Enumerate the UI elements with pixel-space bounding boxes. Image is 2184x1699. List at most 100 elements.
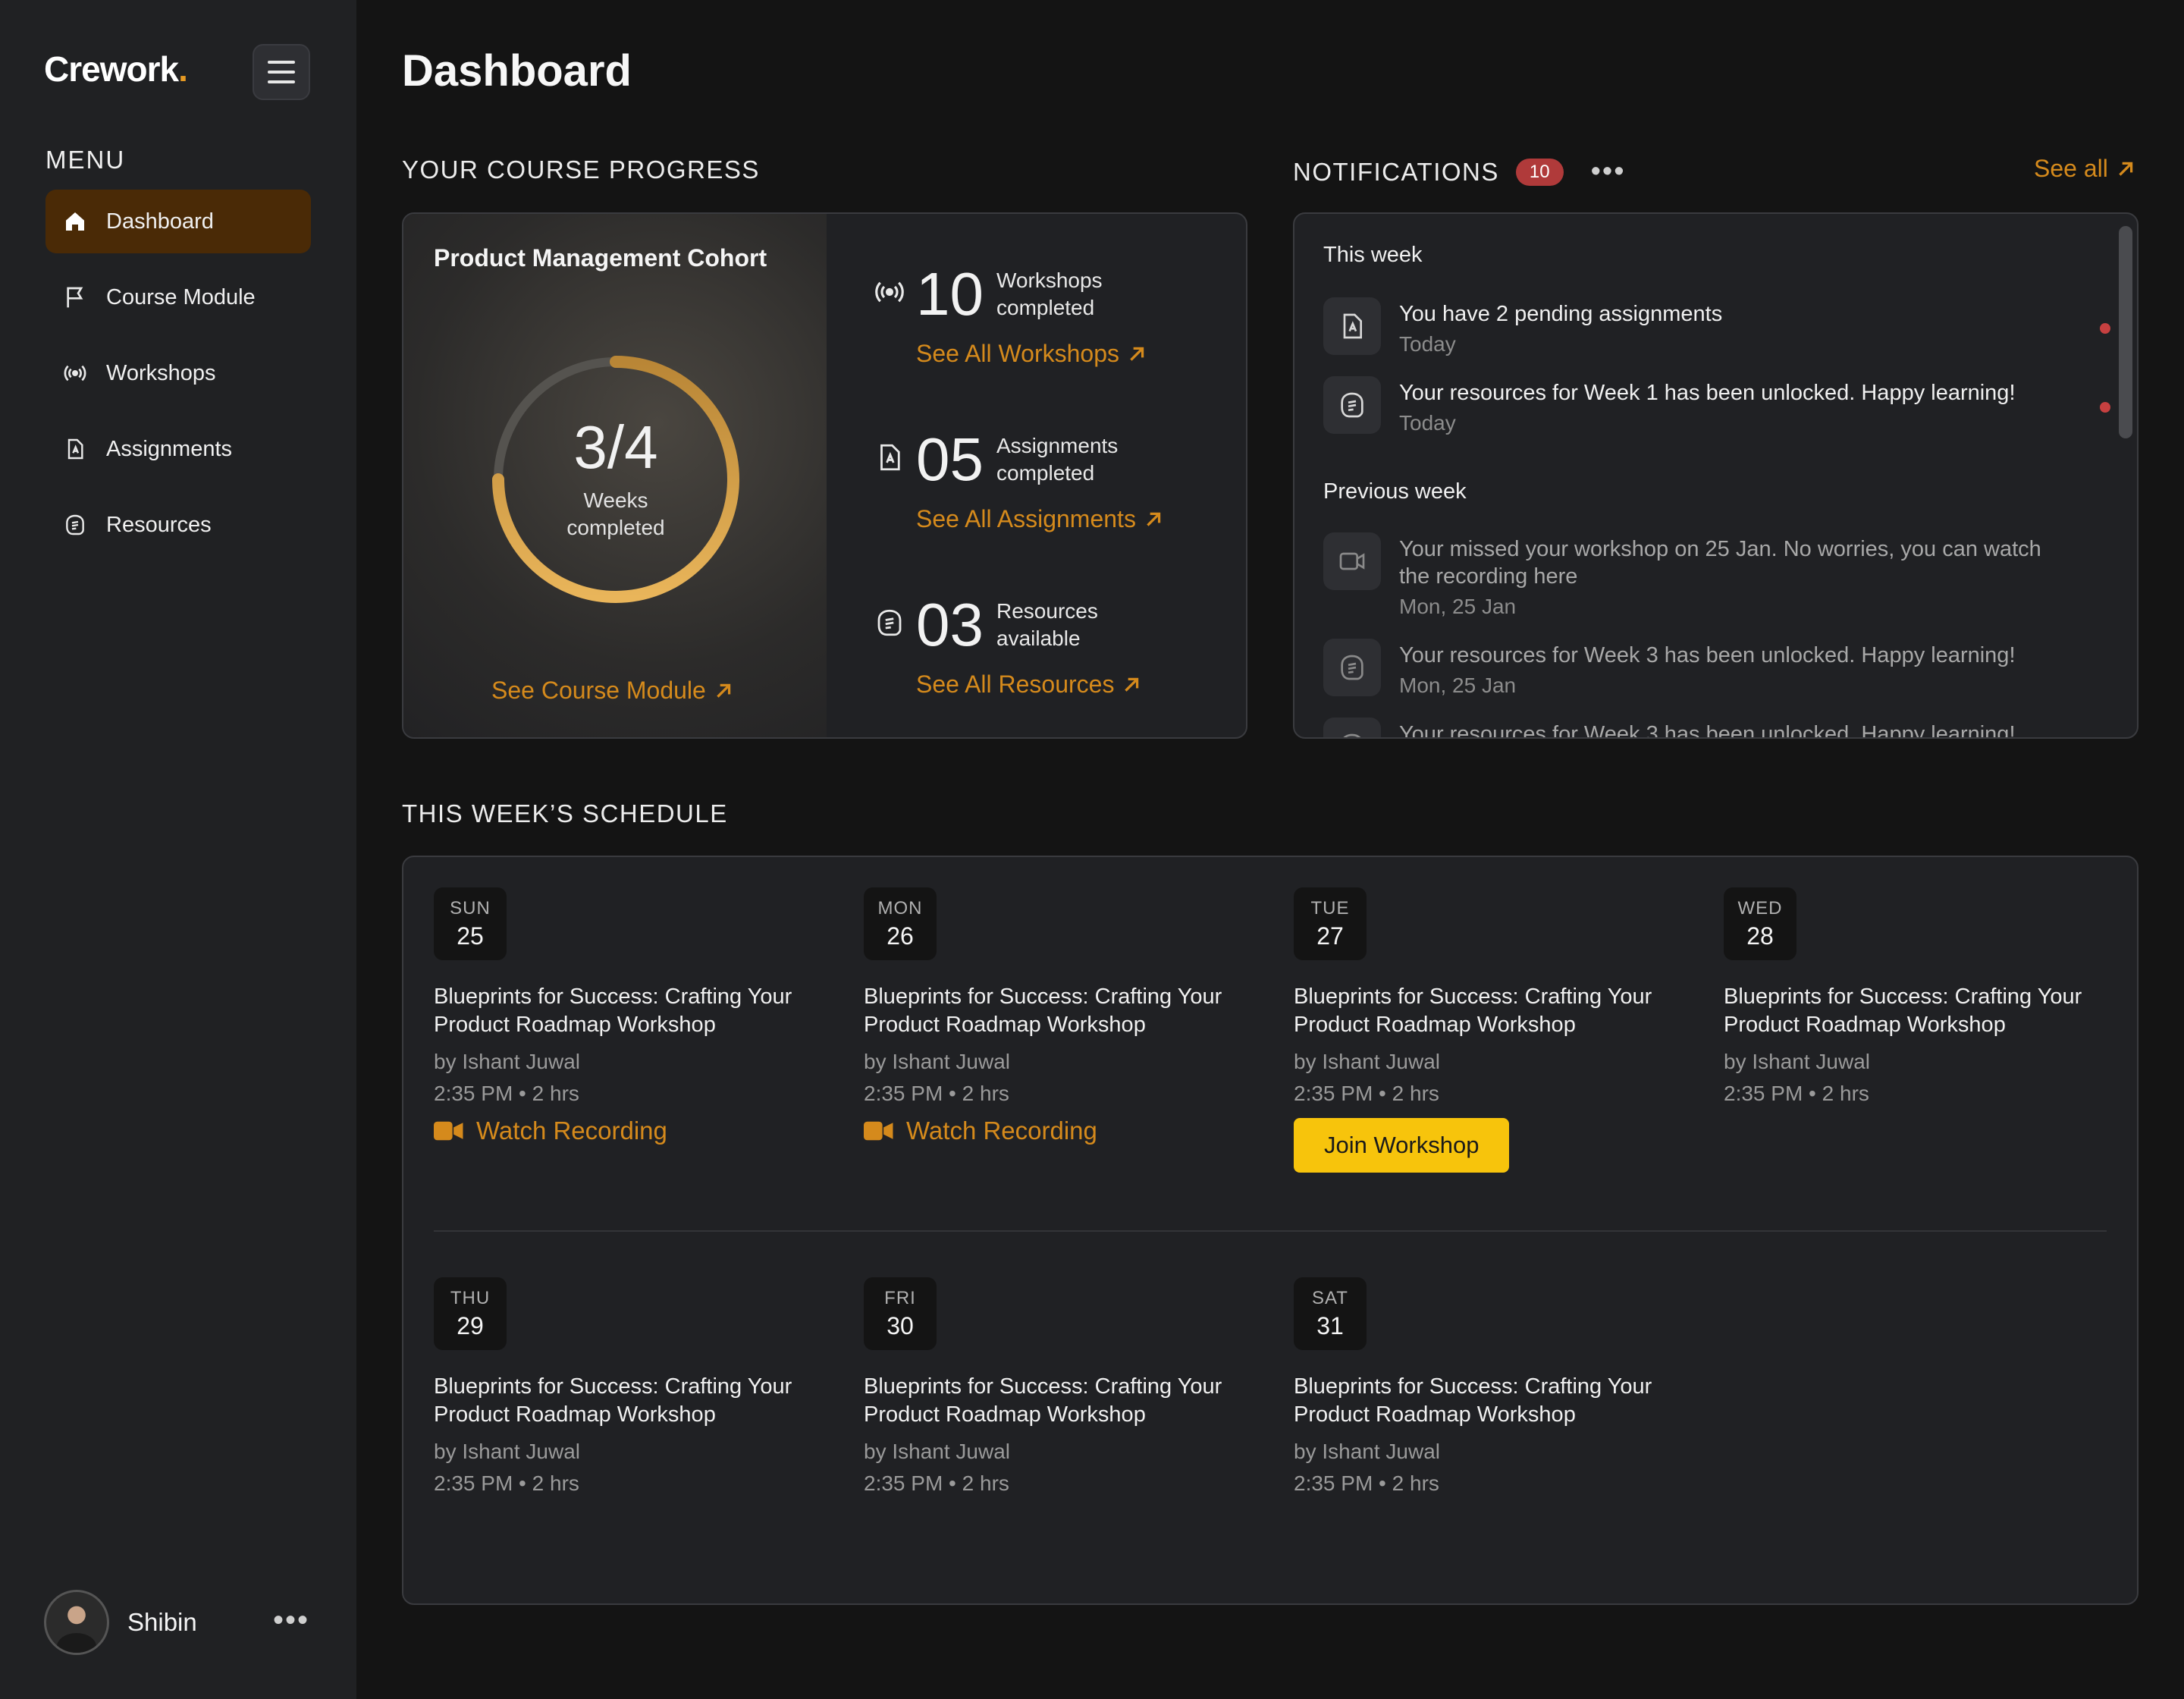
arrow-up-right-icon	[1130, 347, 1144, 361]
schedule-day: THU 29 Blueprints for Success: Crafting …	[434, 1277, 828, 1496]
video-icon	[864, 1121, 893, 1140]
this-week-label: This week	[1323, 243, 1423, 267]
event-title[interactable]: Blueprints for Success: Crafting Your Pr…	[864, 1373, 1243, 1429]
day-date: 28	[1746, 922, 1774, 950]
see-all-label: See all	[2034, 155, 2108, 182]
notifications-card[interactable]: This week You have 2 pending assignments…	[1293, 212, 2138, 739]
day-name: SAT	[1312, 1287, 1348, 1308]
event-title[interactable]: Blueprints for Success: Crafting Your Pr…	[1294, 1373, 1673, 1429]
day-date: 31	[1316, 1311, 1344, 1339]
event-title[interactable]: Blueprints for Success: Crafting Your Pr…	[434, 983, 813, 1039]
day-date: 26	[886, 922, 914, 950]
notification-time: Mon, 25 Jan	[1399, 595, 1517, 618]
notification-text: Your resources for Week 1 has been unloc…	[1399, 381, 2016, 405]
join-workshop-button[interactable]: Join Workshop	[1294, 1117, 1510, 1173]
sidebar: Crework. MENU Dashboard Course Module Wo…	[0, 0, 356, 1699]
see-all-notifications-link[interactable]: See all	[2034, 155, 2135, 183]
sidebar-item-label: Workshops	[106, 360, 216, 385]
resources-icon	[1323, 718, 1381, 737]
assignment-icon	[874, 441, 907, 475]
event-host: by Ishant Juwal	[434, 1049, 580, 1073]
broadcast-icon	[62, 360, 88, 386]
see-course-module-link[interactable]: See Course Module	[491, 677, 733, 705]
schedule-day: WED 28 Blueprints for Success: Crafting …	[1724, 887, 2118, 1106]
day-date: 27	[1316, 922, 1344, 950]
notification-text: You have 2 pending assignments	[1399, 302, 1723, 326]
page-title: Dashboard	[402, 46, 632, 96]
event-time: 2:35 PM • 2 hrs	[434, 1081, 579, 1105]
resources-icon	[62, 512, 88, 538]
event-title[interactable]: Blueprints for Success: Crafting Your Pr…	[1724, 983, 2103, 1039]
watch-recording-button[interactable]: Watch Recording	[434, 1116, 828, 1145]
day-badge: FRI 30	[864, 1277, 937, 1350]
see-all-workshops-link[interactable]: See All Workshops	[916, 340, 1147, 368]
notification-count-badge: 10	[1515, 158, 1564, 186]
schedule-day: SUN 25 Blueprints for Success: Crafting …	[434, 887, 828, 1145]
schedule-day: SAT 31 Blueprints for Success: Crafting …	[1294, 1277, 1688, 1496]
menu-toggle-button[interactable]	[253, 44, 310, 100]
event-time: 2:35 PM • 2 hrs	[864, 1081, 1009, 1105]
event-title[interactable]: Blueprints for Success: Crafting Your Pr…	[864, 983, 1243, 1039]
flag-icon	[62, 284, 88, 310]
event-host: by Ishant Juwal	[1294, 1049, 1440, 1073]
day-badge: MON 26	[864, 887, 937, 960]
day-name: TUE	[1310, 897, 1350, 919]
sidebar-item-assignments[interactable]: Assignments	[46, 417, 311, 481]
video-icon	[434, 1121, 463, 1140]
day-date: 25	[457, 922, 484, 950]
stat-label: Resources available	[996, 599, 1098, 651]
see-all-assignments-link[interactable]: See All Assignments	[916, 505, 1163, 533]
see-all-assignments-label: See All Assignments	[916, 505, 1136, 532]
workshops-stat: 10 Workshops completed See All Workshops	[874, 264, 1222, 400]
event-title[interactable]: Blueprints for Success: Crafting Your Pr…	[434, 1373, 813, 1429]
schedule-title: THIS WEEK’S SCHEDULE	[402, 799, 728, 828]
sidebar-item-resources[interactable]: Resources	[46, 493, 311, 557]
logo[interactable]: Crework.	[44, 49, 188, 90]
user-profile[interactable]: Shibin •••	[44, 1588, 309, 1657]
day-name: MON	[877, 897, 923, 919]
resources-stat: 03 Resources available See All Resources	[874, 595, 1222, 731]
watch-recording-label: Watch Recording	[476, 1116, 667, 1145]
see-all-resources-link[interactable]: See All Resources	[916, 670, 1141, 699]
stat-number: 05	[916, 426, 984, 493]
video-icon	[1323, 532, 1381, 590]
stat-label: Workshops completed	[996, 269, 1103, 320]
day-name: WED	[1737, 897, 1783, 919]
event-time: 2:35 PM • 2 hrs	[434, 1471, 579, 1495]
watch-recording-button[interactable]: Watch Recording	[864, 1116, 1258, 1145]
course-progress-title: YOUR COURSE PROGRESS	[402, 155, 760, 184]
day-name: THU	[450, 1287, 491, 1308]
notifications-title: NOTIFICATIONS	[1293, 157, 1499, 186]
avatar[interactable]	[44, 1590, 109, 1655]
sidebar-item-course-module[interactable]: Course Module	[46, 265, 311, 329]
notification-time: Mon, 25 Jan	[1399, 674, 1517, 697]
stat-label: Assignments completed	[996, 434, 1119, 485]
day-date: 29	[457, 1311, 484, 1339]
event-host: by Ishant Juwal	[864, 1439, 1010, 1463]
event-host: by Ishant Juwal	[434, 1439, 580, 1463]
arrow-up-right-icon	[717, 683, 731, 698]
day-date: 30	[886, 1311, 914, 1339]
unread-dot	[2100, 402, 2110, 413]
notification-time: Today	[1399, 411, 1456, 435]
user-name: Shibin	[127, 1608, 197, 1636]
sidebar-item-dashboard[interactable]: Dashboard	[46, 190, 311, 253]
event-title[interactable]: Blueprints for Success: Crafting Your Pr…	[1294, 983, 1673, 1039]
home-icon	[62, 209, 88, 234]
sidebar-nav: Dashboard Course Module Workshops Assign…	[46, 190, 311, 569]
menu-label: MENU	[46, 146, 126, 174]
sidebar-item-label: Resources	[106, 512, 212, 537]
event-host: by Ishant Juwal	[1294, 1439, 1440, 1463]
scrollbar[interactable]	[2119, 226, 2132, 438]
sidebar-item-label: Assignments	[106, 436, 233, 461]
sidebar-item-workshops[interactable]: Workshops	[46, 341, 311, 405]
more-options-icon[interactable]: •••	[1591, 155, 1626, 188]
sidebar-item-label: Dashboard	[106, 209, 214, 234]
notification-text: Your missed your workshop on 25 Jan. No …	[1399, 537, 2041, 589]
unread-dot	[2100, 323, 2110, 334]
see-course-module-label: See Course Module	[491, 677, 706, 704]
event-time: 2:35 PM • 2 hrs	[1294, 1081, 1439, 1105]
arrow-up-right-icon	[2119, 162, 2133, 176]
see-all-workshops-label: See All Workshops	[916, 340, 1119, 367]
more-options-icon[interactable]: •••	[273, 1603, 309, 1638]
